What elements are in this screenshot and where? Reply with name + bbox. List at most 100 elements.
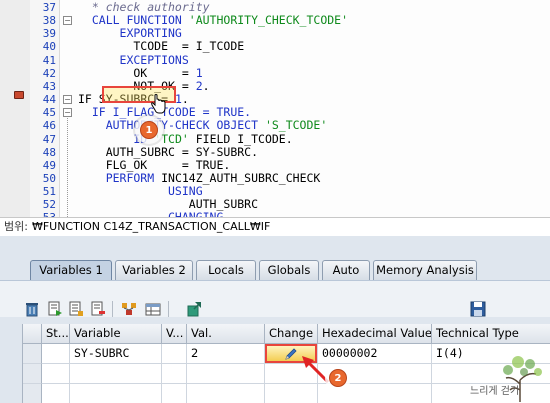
code-line[interactable]: 38 CALL FUNCTION 'AUTHORITY_CHECK_TCODE' — [0, 13, 550, 28]
callout-marker-1: 1 — [140, 121, 158, 139]
cell-v — [162, 344, 187, 364]
cell-variable[interactable]: SY-SUBRC — [70, 344, 162, 364]
code-text: CHANGING — [78, 210, 224, 218]
line-number: 49 — [42, 158, 56, 172]
variables-list-icon[interactable] — [68, 301, 84, 317]
code-token: AUTH_SUBRC = SY-SUBRC. — [78, 144, 259, 159]
code-line[interactable]: 39 EXPORTING — [0, 26, 550, 41]
line-number: 52 — [42, 198, 56, 212]
line-number: 43 — [42, 79, 56, 93]
code-text: * check authority — [78, 1, 210, 14]
code-line[interactable]: 51 USING — [0, 185, 550, 199]
dependency-icon[interactable] — [121, 301, 137, 317]
code-token: INC14Z_AUTH_SUBRC_CHECK — [161, 170, 321, 185]
tab-auto[interactable]: Auto — [322, 260, 370, 280]
line-number: 50 — [42, 171, 56, 185]
empty-cell[interactable] — [70, 364, 162, 384]
code-token: USING — [78, 184, 203, 199]
code-line[interactable]: 40 TCODE = I_TCODE — [0, 40, 550, 54]
row-selector[interactable] — [23, 364, 42, 384]
line-number: 45 — [42, 106, 56, 120]
export-icon[interactable] — [186, 301, 202, 317]
row-selector[interactable] — [23, 384, 42, 403]
code-token: 'TCD' — [154, 131, 189, 146]
tab-locals[interactable]: Locals — [196, 260, 256, 280]
code-token: EXPORTING — [78, 26, 182, 41]
watermark-text: 느리게 걷기 — [470, 386, 520, 397]
code-line[interactable]: 45 IF I_FLAG_TCODE = TRUE. — [0, 106, 550, 120]
code-token: FLG_OK = TRUE. — [78, 157, 231, 172]
empty-cell — [187, 384, 265, 403]
code-line[interactable]: 47 ID 'TCD' FIELD I_TCODE. — [0, 131, 550, 146]
code-line[interactable]: 42 OK = 1 — [0, 66, 550, 80]
column-header-status[interactable]: St... — [42, 324, 70, 344]
tab-globals[interactable]: Globals — [259, 260, 319, 280]
line-number: 42 — [42, 66, 56, 80]
scope-path-bar: 범위: ₩FUNCTION C14Z_TRANSACTION_CALL₩IF — [0, 218, 550, 236]
trash-icon[interactable] — [24, 301, 40, 317]
line-number: 46 — [42, 119, 56, 133]
code-line[interactable]: 43 NOT_OK = 2. — [0, 78, 550, 93]
code-token: . — [202, 78, 210, 93]
code-token: PERFORM — [78, 170, 162, 185]
column-header-v[interactable]: V... — [162, 324, 187, 344]
line-number: 39 — [42, 27, 56, 41]
code-line[interactable]: 44 IF SY-SUBRC = 1. — [0, 92, 550, 107]
delete-variables-icon[interactable] — [90, 301, 106, 317]
row-selector-header — [23, 324, 42, 344]
code-line[interactable]: 49 FLG_OK = TRUE. — [0, 157, 550, 172]
empty-cell — [162, 384, 187, 403]
code-line[interactable]: 48 AUTH_SUBRC = SY-SUBRC. — [0, 144, 550, 159]
code-text: EXCEPTIONS — [78, 53, 189, 67]
code-line[interactable]: 46 AUTHORITY-CHECK OBJECT 'S_TCODE' — [0, 119, 550, 133]
fold-toggle[interactable]: − — [63, 95, 72, 105]
cell-value[interactable]: 2 — [187, 344, 265, 364]
scope-value: ₩FUNCTION C14Z_TRANSACTION_CALL₩IF — [31, 220, 271, 233]
column-header-technical-type[interactable]: Technical Type — [432, 324, 550, 344]
toolbar-separator — [112, 301, 113, 317]
table-icon[interactable] — [145, 301, 161, 317]
line-number: 48 — [42, 145, 56, 159]
code-token: 2 — [195, 78, 203, 93]
code-line[interactable]: 52 AUTH_SUBRC — [0, 198, 550, 212]
code-text: FLG_OK = TRUE. — [78, 157, 231, 172]
fold-guide — [67, 118, 68, 217]
tab-variables-1[interactable]: Variables 1 — [30, 260, 112, 280]
line-number: 37 — [42, 1, 56, 14]
code-text: OK = 1 — [78, 66, 202, 80]
column-header-value[interactable]: Val. — [187, 324, 265, 344]
empty-cell[interactable] — [70, 384, 162, 403]
empty-cell — [318, 384, 432, 403]
column-header-variable[interactable]: Variable — [70, 324, 162, 344]
fold-toggle[interactable]: − — [63, 108, 72, 118]
empty-cell — [265, 384, 318, 403]
save-icon[interactable] — [470, 301, 486, 317]
fold-toggle[interactable]: − — [63, 16, 72, 26]
line-number: 40 — [42, 40, 56, 54]
line-number: 47 — [42, 132, 56, 146]
code-line[interactable]: 50 PERFORM INC14Z_AUTH_SUBRC_CHECK — [0, 170, 550, 185]
code-token: IF — [78, 92, 99, 107]
tab-variables-2[interactable]: Variables 2 — [115, 260, 193, 280]
red-arrow-annotation — [302, 356, 330, 384]
code-text: AUTH_SUBRC = SY-SUBRC. — [78, 144, 259, 159]
hand-cursor-icon — [151, 94, 166, 114]
line-number: 53 — [42, 211, 56, 218]
empty-cell — [187, 364, 265, 384]
empty-cell — [42, 364, 70, 384]
code-token: CHANGING — [78, 210, 224, 218]
code-token: CALL FUNCTION — [78, 13, 189, 28]
scope-label: 범위: — [4, 220, 28, 233]
cell-status — [42, 344, 70, 364]
column-header-change[interactable]: Change — [265, 324, 318, 344]
import-variables-icon[interactable] — [47, 301, 63, 317]
code-line[interactable]: 41 EXCEPTIONS — [0, 53, 550, 67]
row-selector[interactable] — [23, 344, 42, 364]
code-editor[interactable]: 37 * check authority 38 CALL FUNCTION 'AU… — [0, 0, 550, 218]
code-text: USING — [78, 185, 203, 198]
column-header-hex[interactable]: Hexadecimal Value — [318, 324, 432, 344]
tab-memory-analysis[interactable]: Memory Analysis — [373, 260, 477, 280]
code-line[interactable]: 53 CHANGING — [0, 210, 550, 218]
line-number: 44 — [42, 93, 56, 107]
code-line[interactable]: 37 * check authority — [0, 1, 550, 15]
